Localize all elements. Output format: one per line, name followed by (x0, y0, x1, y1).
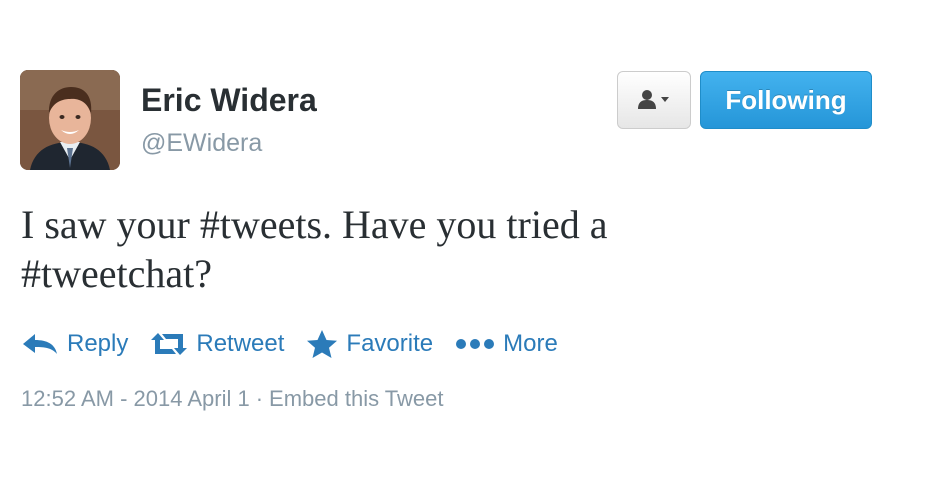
more-label: More (503, 330, 558, 357)
favorite-action[interactable]: Favorite (306, 329, 433, 359)
star-icon (307, 330, 338, 358)
more-action[interactable]: More (455, 330, 558, 358)
meta-separator: · (255, 386, 264, 411)
user-display-name[interactable]: Eric Widera (141, 82, 317, 119)
tweet-text-line-2: #tweetchat? (21, 251, 212, 296)
following-button[interactable]: Following (700, 71, 872, 129)
tweet-text-line-1: I saw your #tweets. Have you tried a (21, 202, 608, 247)
avatar-photo-icon (20, 70, 120, 170)
user-screen-name[interactable]: @EWidera (141, 129, 262, 158)
person-dropdown-icon (638, 90, 669, 109)
reply-action[interactable]: Reply (21, 330, 128, 358)
tweet-actions: Reply Retweet Favorite More (21, 324, 580, 364)
tweet-card: Eric Widera @EWidera Following I saw you… (0, 0, 948, 490)
retweet-action[interactable]: Retweet (150, 330, 284, 358)
tweet-text: I saw your #tweets. Have you tried a #tw… (21, 200, 881, 298)
tweet-timestamp[interactable]: 12:52 AM - 2014 April 1 (21, 386, 250, 411)
favorite-label: Favorite (346, 330, 434, 357)
tweet-meta: 12:52 AM - 2014 April 1 · Embed this Tweet (21, 386, 444, 412)
user-avatar[interactable] (20, 70, 120, 170)
reply-label: Reply (67, 330, 129, 357)
user-actions-dropdown-button[interactable] (617, 71, 691, 129)
more-dots-icon (456, 339, 495, 349)
reply-icon (23, 334, 57, 354)
retweet-icon (151, 333, 188, 355)
retweet-label: Retweet (196, 330, 285, 357)
embed-tweet-link[interactable]: Embed this Tweet (269, 386, 443, 411)
